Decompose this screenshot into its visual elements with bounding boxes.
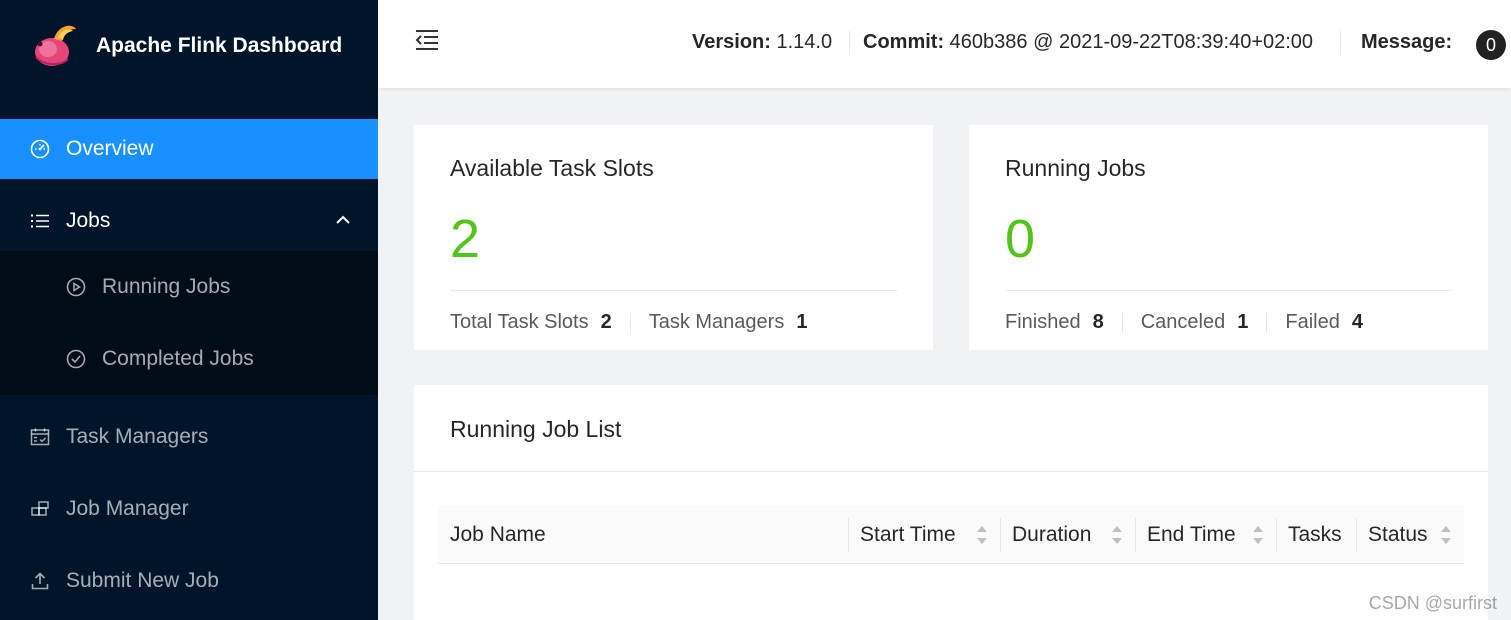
schedule-icon xyxy=(30,427,50,447)
upload-icon xyxy=(30,571,50,591)
sort-icon[interactable] xyxy=(1440,524,1452,546)
column-header-start-time[interactable]: Start Time xyxy=(848,506,1000,564)
running-jobs-value: 0 xyxy=(1005,209,1036,269)
running-jobs-card: Running Jobs 0 Finished 8 Canceled 1 Fai… xyxy=(969,125,1488,350)
column-label: End Time xyxy=(1147,523,1236,546)
play-circle-icon xyxy=(66,277,86,297)
canceled-stat: Canceled 1 xyxy=(1141,311,1249,334)
stat-value: 4 xyxy=(1351,311,1363,333)
dashboard-icon xyxy=(30,139,50,159)
commit-label: Commit: xyxy=(863,31,945,53)
stat-value: 8 xyxy=(1092,311,1104,333)
chevron-up-icon[interactable] xyxy=(334,211,352,229)
check-circle-icon xyxy=(66,349,86,369)
sidebar-item-label: Running Jobs xyxy=(102,275,231,298)
column-label: Tasks xyxy=(1288,523,1342,546)
column-header-status[interactable]: Status xyxy=(1356,506,1464,564)
header-divider xyxy=(849,31,850,55)
total-task-slots-stat: Total Task Slots 2 xyxy=(450,311,612,334)
table-header: Job Name Start Time Duration End Time Ta… xyxy=(438,506,1464,564)
sidebar-item-jobs[interactable]: Jobs xyxy=(0,191,378,251)
sidebar-item-label: Jobs xyxy=(66,209,111,232)
column-header-duration[interactable]: Duration xyxy=(1000,506,1135,564)
column-header-job-name[interactable]: Job Name xyxy=(438,506,848,564)
stat-value: 2 xyxy=(600,311,612,333)
sidebar-menu: Overview Jobs Running Jobs Completed Job… xyxy=(0,119,378,611)
card-stats: Finished 8 Canceled 1 Failed 4 xyxy=(1005,311,1363,334)
column-label: Start Time xyxy=(860,523,956,546)
sidebar-item-running-jobs[interactable]: Running Jobs xyxy=(0,257,378,317)
version-label: Version: xyxy=(692,31,771,53)
message-label: Message: xyxy=(1361,31,1453,53)
stat-value: 1 xyxy=(1237,311,1249,333)
flink-logo-icon xyxy=(35,25,76,66)
stat-label: Finished xyxy=(1005,311,1081,333)
sidebar-item-job-manager[interactable]: Job Manager xyxy=(0,479,378,539)
column-header-end-time[interactable]: End Time xyxy=(1135,506,1276,564)
card-divider xyxy=(1005,290,1452,291)
stat-divider xyxy=(1121,312,1123,333)
version-value: 1.14.0 xyxy=(776,31,833,53)
sort-icon[interactable] xyxy=(976,524,988,546)
sidebar-item-completed-jobs[interactable]: Completed Jobs xyxy=(0,329,378,389)
sort-icon[interactable] xyxy=(1252,524,1264,546)
top-header: Version: 1.14.0 Commit: 460b386 @ 2021-0… xyxy=(378,0,1511,88)
stat-divider xyxy=(629,312,631,333)
header-divider xyxy=(1340,31,1341,55)
menu-fold-icon[interactable] xyxy=(414,27,440,53)
message-count-badge[interactable]: 0 xyxy=(1476,30,1506,60)
stat-label: Total Task Slots xyxy=(450,311,589,333)
version-info: Version: 1.14.0 xyxy=(692,31,832,54)
card-title: Running Jobs xyxy=(1005,155,1146,181)
watermark: CSDN @surfirst xyxy=(1368,593,1497,613)
sidebar-item-label: Submit New Job xyxy=(66,569,219,592)
commit-value: 460b386 @ 2021-09-22T08:39:40+02:00 xyxy=(949,31,1314,53)
stat-label: Canceled xyxy=(1140,311,1226,333)
sidebar-item-label: Overview xyxy=(66,137,154,160)
running-job-list-card: Running Job List Job Name Start Time Dur… xyxy=(414,385,1488,620)
stat-divider xyxy=(1266,312,1268,333)
failed-stat: Failed 4 xyxy=(1285,311,1363,334)
stat-label: Failed xyxy=(1285,311,1340,333)
sidebar-item-overview[interactable]: Overview xyxy=(0,119,378,179)
task-slots-card: Available Task Slots 2 Total Task Slots … xyxy=(414,125,933,350)
card-divider xyxy=(450,290,897,291)
app-title: Apache Flink Dashboard xyxy=(96,34,343,57)
sidebar: Apache Flink Dashboard Overview Jobs Run… xyxy=(0,0,378,620)
cluster-icon xyxy=(30,499,50,519)
stat-label: Task Managers xyxy=(648,311,785,333)
task-managers-stat: Task Managers 1 xyxy=(649,311,808,334)
list-icon xyxy=(30,211,50,231)
stat-value: 1 xyxy=(796,311,808,333)
column-label: Job Name xyxy=(450,523,546,546)
sidebar-item-label: Job Manager xyxy=(66,497,189,520)
card-title: Running Job List xyxy=(450,416,622,442)
jobs-submenu: Running Jobs Completed Jobs xyxy=(0,251,378,395)
card-stats: Total Task Slots 2 Task Managers 1 xyxy=(450,311,807,334)
brand[interactable]: Apache Flink Dashboard xyxy=(0,0,378,90)
card-divider xyxy=(414,471,1488,472)
finished-stat: Finished 8 xyxy=(1005,311,1104,334)
available-slots-value: 2 xyxy=(450,209,481,269)
sidebar-item-label: Task Managers xyxy=(66,425,209,448)
column-header-tasks[interactable]: Tasks xyxy=(1276,506,1356,564)
sidebar-item-submit-new-job[interactable]: Submit New Job xyxy=(0,551,378,611)
card-title: Available Task Slots xyxy=(450,155,654,181)
sidebar-item-label: Completed Jobs xyxy=(102,347,254,370)
commit-info: Commit: 460b386 @ 2021-09-22T08:39:40+02… xyxy=(863,31,1313,54)
sidebar-item-task-managers[interactable]: Task Managers xyxy=(0,407,378,467)
sort-icon[interactable] xyxy=(1111,524,1123,546)
message-info[interactable]: Message: xyxy=(1361,31,1452,54)
column-label: Duration xyxy=(1012,523,1092,546)
column-label: Status xyxy=(1368,523,1428,546)
